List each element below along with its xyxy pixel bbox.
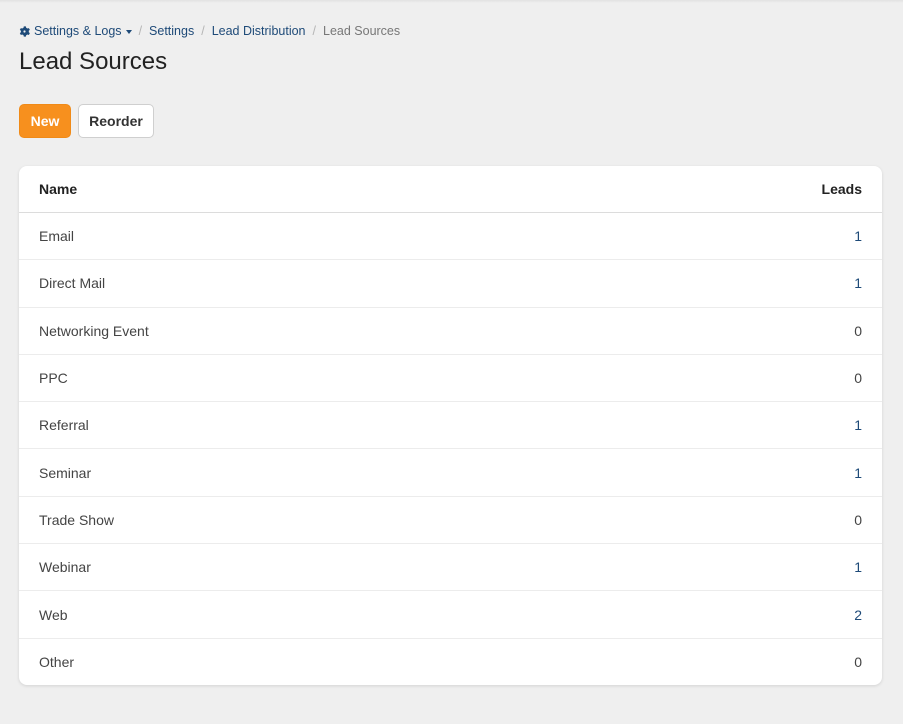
- lead-count: 0: [854, 370, 862, 387]
- table-row[interactable]: Networking Event 0: [19, 308, 882, 355]
- breadcrumb-separator: /: [138, 24, 143, 38]
- lead-source-name[interactable]: Networking Event: [39, 323, 149, 339]
- breadcrumb-settings[interactable]: Settings: [149, 24, 194, 38]
- lead-count[interactable]: 1: [854, 559, 862, 575]
- table-row[interactable]: PPC 0: [19, 355, 882, 403]
- table-row[interactable]: Other 0: [19, 639, 882, 685]
- table-row[interactable]: Referral 1: [19, 402, 882, 450]
- lead-source-name[interactable]: Other: [39, 654, 74, 670]
- table-row[interactable]: Webinar 1: [19, 544, 882, 592]
- lead-count[interactable]: 2: [854, 607, 862, 623]
- column-header-leads[interactable]: Leads: [822, 181, 862, 197]
- caret-down-icon: [125, 29, 132, 34]
- lead-source-name[interactable]: Seminar: [39, 465, 91, 481]
- table-body: Email 1 Direct Mail 1 Networking Event 0 PPC 0 R…: [19, 213, 882, 685]
- top-shadow: [0, 0, 903, 3]
- breadcrumb-root-label: Settings & Logs: [34, 24, 122, 38]
- lead-source-name[interactable]: Referral: [39, 417, 89, 433]
- lead-source-name[interactable]: Web: [39, 607, 68, 623]
- lead-count[interactable]: 1: [854, 465, 862, 481]
- lead-source-name[interactable]: Email: [39, 228, 74, 244]
- table-row[interactable]: Direct Mail 1: [19, 260, 882, 308]
- new-button[interactable]: New: [19, 104, 71, 138]
- lead-count[interactable]: 1: [854, 275, 862, 291]
- page-title: Lead Sources: [19, 48, 168, 75]
- table-row[interactable]: Email 1: [19, 213, 882, 261]
- table-row[interactable]: Web 2: [19, 591, 882, 639]
- lead-count[interactable]: 1: [854, 228, 862, 244]
- breadcrumb-separator: /: [201, 24, 205, 38]
- lead-source-name[interactable]: Direct Mail: [39, 275, 105, 291]
- settings-logs-dropdown[interactable]: Settings & Logs: [19, 24, 132, 38]
- breadcrumb-separator: /: [312, 24, 316, 38]
- table-row[interactable]: Seminar 1: [19, 449, 882, 497]
- breadcrumb-lead-distribution[interactable]: Lead Distribution: [212, 24, 306, 38]
- lead-sources-table: Name Leads Email 1 Direct Mail 1 Networking …: [19, 166, 882, 685]
- lead-source-name[interactable]: PPC: [39, 370, 68, 386]
- reorder-button[interactable]: Reorder: [78, 104, 154, 138]
- lead-source-name[interactable]: Trade Show: [39, 512, 114, 528]
- column-header-name[interactable]: Name: [39, 181, 77, 197]
- breadcrumb-current: Lead Sources: [323, 24, 401, 38]
- table-header: Name Leads: [19, 166, 882, 213]
- breadcrumb: Settings & Logs / Settings / Lead Distri…: [19, 23, 400, 39]
- gear-icon: [19, 25, 30, 37]
- lead-count: 0: [854, 654, 862, 671]
- lead-count: 0: [854, 322, 862, 339]
- lead-count[interactable]: 1: [854, 417, 862, 433]
- table-row[interactable]: Trade Show 0: [19, 497, 882, 545]
- lead-source-name[interactable]: Webinar: [39, 559, 91, 575]
- lead-count: 0: [854, 511, 862, 528]
